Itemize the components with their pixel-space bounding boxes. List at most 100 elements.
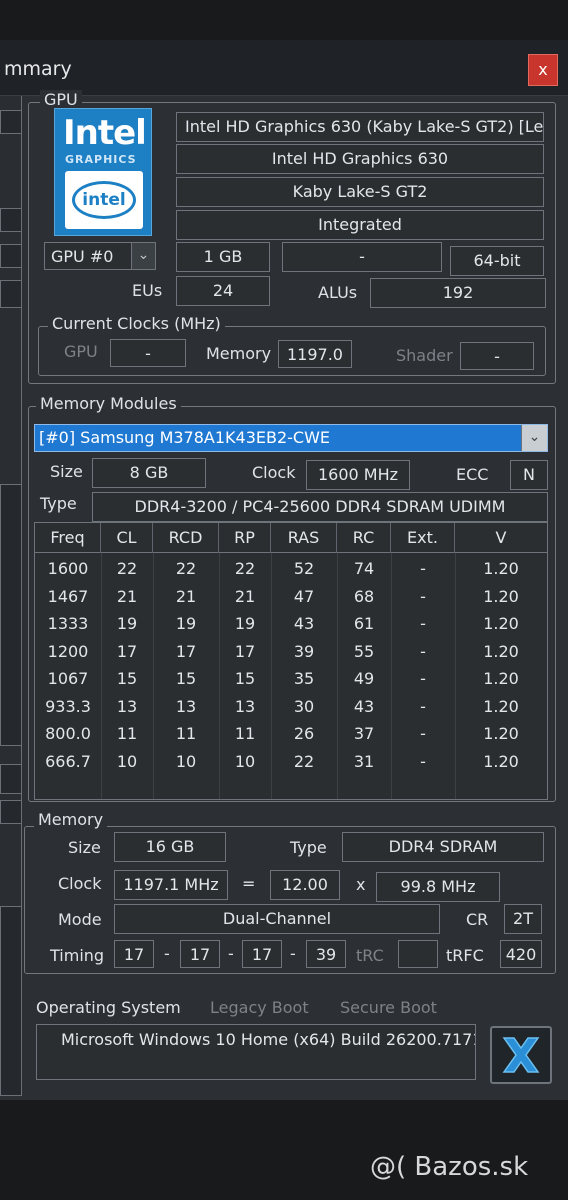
memory-mode-field[interactable]: Dual-Channel	[114, 904, 440, 934]
gpu-vram-field[interactable]: 1 GB	[176, 242, 270, 272]
chevron-down-icon[interactable]: ⌄	[131, 243, 155, 269]
table-row[interactable]: 1333 19 19 19 43 61 - 1.20	[35, 614, 547, 638]
timing-cell: 31	[353, 751, 375, 771]
timing-header-cell[interactable]: RP	[219, 523, 271, 553]
timing-header-cell[interactable]: RAS	[271, 523, 337, 553]
timing-cell: 19	[234, 614, 256, 633]
timing-cell: 1.20	[483, 724, 519, 743]
chevron-down-icon[interactable]: ⌄	[521, 425, 547, 451]
eus-label: EUs	[132, 281, 163, 300]
intel-logo-word: Intel	[63, 113, 147, 153]
times-sign: x	[356, 875, 366, 894]
table-row[interactable]: 933.3 13 13 13 30 43 - 1.20	[35, 697, 547, 721]
module-type-label: Type	[40, 494, 77, 513]
window-title: mmary	[4, 58, 72, 80]
gpu-selector-value: GPU #0	[51, 247, 114, 266]
base-clock-field[interactable]: 99.8 MHz	[376, 872, 500, 902]
timing-cell: 800.0	[45, 724, 91, 743]
current-clocks-title: Current Clocks (MHz)	[48, 314, 225, 333]
timing-cell: 1333	[47, 614, 89, 633]
left-panel-field	[0, 208, 22, 232]
timing-header-cell[interactable]: V	[455, 523, 547, 553]
timing-header-cell[interactable]: RC	[337, 523, 391, 553]
module-size-field[interactable]: 8 GB	[92, 458, 206, 488]
multiplier-field[interactable]: 12.00	[270, 870, 340, 900]
memory-clock-label: Memory	[206, 344, 272, 363]
timing-cell: 666.7	[45, 751, 91, 771]
timing-cell: -	[420, 614, 426, 633]
gpu-selector[interactable]: GPU #0 ⌄	[44, 242, 156, 270]
timing-cell: 55	[353, 641, 375, 661]
table-row[interactable]: 1600 22 22 22 52 74 - 1.20	[35, 559, 547, 583]
trc-field[interactable]	[398, 940, 438, 968]
trfc-field[interactable]: 420	[500, 940, 542, 968]
close-button[interactable]: x	[528, 54, 558, 86]
left-panel-list	[0, 906, 22, 1096]
timing-header-cell[interactable]: Freq	[35, 523, 101, 553]
module-clock-field[interactable]: 1600 MHz	[306, 460, 410, 490]
timing-cl-field[interactable]: 17	[114, 940, 154, 968]
timing-table[interactable]: Freq CL RCD RP RAS RC Ext. V 1600 22 22 22 5…	[34, 522, 548, 800]
timing-cell: 11	[116, 724, 138, 743]
memory-type-field[interactable]: DDR4 SDRAM	[342, 832, 544, 862]
alus-field[interactable]: 192	[370, 278, 546, 308]
eus-field[interactable]: 24	[176, 276, 270, 306]
column-divider	[391, 553, 392, 799]
module-type-field[interactable]: DDR4-3200 / PC4-25600 DDR4 SDRAM UDIMM	[92, 492, 548, 522]
cr-field[interactable]: 2T	[504, 904, 542, 934]
table-row[interactable]: 666.7 10 10 10 22 31 - 1.20	[35, 752, 547, 776]
timing-cell: 15	[116, 669, 138, 688]
gpu-type-field[interactable]: Integrated	[176, 210, 544, 240]
watermark-text: @( Bazos.sk	[370, 1152, 529, 1182]
timing-rp-field[interactable]: 17	[242, 940, 282, 968]
timing-header-cell[interactable]: CL	[101, 523, 153, 553]
gpu-extra-field[interactable]: -	[282, 242, 442, 272]
timing-cell: 19	[175, 614, 197, 633]
table-row[interactable]: 1467 21 21 21 47 68 - 1.20	[35, 587, 547, 611]
timing-cell: 1.20	[483, 586, 519, 606]
memory-size-field[interactable]: 16 GB	[114, 832, 226, 862]
timing-cell: 1.20	[483, 559, 519, 578]
timing-cell: 10	[175, 751, 197, 771]
timing-cell: 1.20	[483, 751, 519, 771]
timing-ras-field[interactable]: 39	[306, 940, 346, 968]
memory-clock-field[interactable]: 1197.1 MHz	[114, 870, 228, 900]
timing-header-cell[interactable]: Ext.	[391, 523, 455, 553]
gpu-codename-field[interactable]: Kaby Lake-S GT2	[176, 177, 544, 207]
gpu-name-field[interactable]: Intel HD Graphics 630 (Kaby Lake-S GT2) …	[176, 112, 544, 142]
timing-cell: -	[420, 751, 426, 771]
table-row[interactable]: 1067 15 15 15 35 49 - 1.20	[35, 669, 547, 693]
timing-cell: 22	[116, 559, 138, 578]
memory-clock-field[interactable]: 1197.0	[278, 340, 352, 368]
timing-cell: 1067	[47, 669, 89, 688]
ecc-field[interactable]: N	[510, 460, 548, 490]
timing-cell: -	[420, 559, 426, 578]
legacy-boot-label: Legacy Boot	[210, 998, 309, 1017]
timing-separator: -	[290, 944, 296, 963]
timing-header-cell[interactable]: RCD	[153, 523, 219, 553]
module-select-dropdown[interactable]: [#0] Samsung M378A1K43EB2-CWE ⌄	[34, 424, 548, 452]
timing-rcd-field[interactable]: 17	[180, 940, 220, 968]
module-clock-label: Clock	[252, 463, 296, 482]
timing-cell: 68	[353, 586, 375, 606]
table-row[interactable]: 800.0 11 11 11 26 37 - 1.20	[35, 724, 547, 748]
timing-cell: 49	[353, 669, 375, 688]
gpu-bus-width-field[interactable]: 64-bit	[450, 246, 544, 276]
close-x-button[interactable]	[490, 1026, 552, 1084]
ecc-label: ECC	[456, 465, 489, 484]
timing-cell: 52	[293, 559, 315, 578]
table-row[interactable]: 1200 17 17 17 39 55 - 1.20	[35, 642, 547, 666]
module-select-value: [#0] Samsung M378A1K43EB2-CWE	[39, 428, 331, 447]
timing-separator: -	[164, 944, 170, 963]
timing-cell: 22	[175, 559, 197, 578]
equals-sign: =	[242, 874, 256, 893]
gpu-clock-field[interactable]: -	[110, 339, 186, 367]
shader-clock-field[interactable]: -	[460, 342, 534, 370]
timing-cell: 1467	[47, 586, 89, 606]
gpu-model-field[interactable]: Intel HD Graphics 630	[176, 144, 544, 174]
column-divider	[219, 553, 220, 799]
left-panel-edge	[0, 96, 22, 1096]
column-divider	[101, 553, 102, 799]
timing-cell: 30	[293, 696, 315, 716]
os-name-field[interactable]: Microsoft Windows 10 Home (x64) Build 26…	[36, 1024, 476, 1080]
